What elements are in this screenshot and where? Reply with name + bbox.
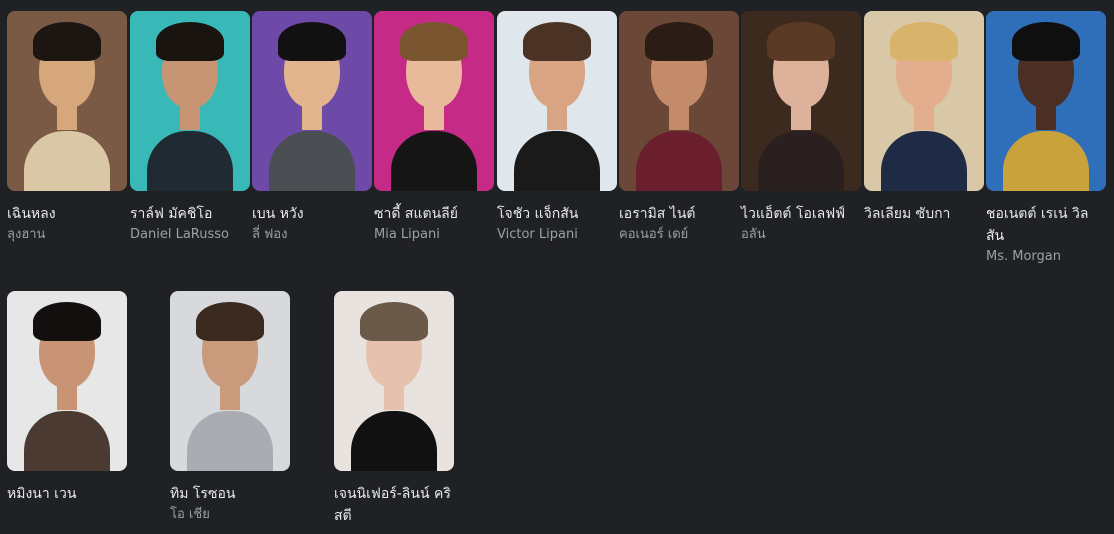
cast-name[interactable]: ราล์ฟ มัคชิโอ <box>130 203 250 225</box>
cast-photo[interactable] <box>741 11 861 191</box>
cast-photo[interactable] <box>334 291 454 471</box>
person-hair <box>890 21 958 62</box>
cast-role: Daniel LaRusso <box>130 227 229 242</box>
cast-name[interactable]: ซาดี้ สแตนลีย์ <box>374 203 494 225</box>
cast-name[interactable]: ทิม โรซอน <box>170 483 290 505</box>
person-hair <box>1012 21 1080 62</box>
cast-name[interactable]: หมิงนา เวน <box>7 483 127 505</box>
cast-photo[interactable] <box>170 291 290 471</box>
cast-name[interactable]: เฉินหลง <box>7 203 127 225</box>
person-hair <box>156 21 224 62</box>
cast-photo[interactable] <box>374 11 494 191</box>
cast-name[interactable]: ไวแอ็ตต์ โอเลฟฟ์ <box>741 203 861 225</box>
cast-role: Mia Lipani <box>374 227 440 242</box>
person-hair <box>523 21 591 62</box>
cast-card[interactable]: ไวแอ็ตต์ โอเลฟฟ์อลัน <box>741 11 861 245</box>
cast-photo[interactable] <box>619 11 739 191</box>
cast-card[interactable]: ทิม โรซอนโอ เชีย <box>170 291 290 525</box>
cast-card[interactable]: วิลเลียม ซับกา <box>864 11 984 225</box>
cast-name[interactable]: เบน หวัง <box>252 203 372 225</box>
cast-card[interactable]: หมิงนา เวน <box>7 291 127 505</box>
cast-name[interactable]: เอรามิส ไนต์ <box>619 203 739 225</box>
cast-photo[interactable] <box>7 11 127 191</box>
cast-card[interactable]: เบน หวังลี่ ฟอง <box>252 11 372 245</box>
cast-photo[interactable] <box>7 291 127 471</box>
person-hair <box>360 301 428 342</box>
cast-card[interactable]: ราล์ฟ มัคชิโอ Daniel LaRusso <box>130 11 250 245</box>
cast-card[interactable]: โจชัว แจ็กสัน Victor Lipani <box>497 11 617 245</box>
cast-name[interactable]: โจชัว แจ็กสัน <box>497 203 617 225</box>
cast-photo[interactable] <box>252 11 372 191</box>
cast-card[interactable]: ชอเนตต์ เรเน่ วิลสัน Ms. Morgan <box>986 11 1106 267</box>
cast-role: ลุงฮาน <box>7 227 46 242</box>
cast-name[interactable]: วิลเลียม ซับกา <box>864 203 984 225</box>
person-hair <box>278 21 346 62</box>
person-hair <box>196 301 264 342</box>
cast-photo[interactable] <box>497 11 617 191</box>
cast-photo[interactable] <box>864 11 984 191</box>
cast-name[interactable]: ชอเนตต์ เรเน่ วิลสัน <box>986 203 1106 247</box>
cast-photo[interactable] <box>986 11 1106 191</box>
person-hair <box>33 301 101 342</box>
cast-name[interactable]: เจนนิเฟอร์-ลินน์ คริสตี <box>334 483 454 527</box>
person-hair <box>400 21 468 62</box>
cast-card[interactable]: เฉินหลงลุงฮาน <box>7 11 127 245</box>
person-hair <box>767 21 835 62</box>
cast-card[interactable]: เจนนิเฟอร์-ลินน์ คริสตี <box>334 291 454 527</box>
cast-role: โอ เชีย <box>170 507 210 522</box>
cast-card[interactable]: ซาดี้ สแตนลีย์ Mia Lipani <box>374 11 494 245</box>
cast-card[interactable]: เอรามิส ไนต์คอเนอร์ เดย์ <box>619 11 739 245</box>
cast-photo[interactable] <box>130 11 250 191</box>
cast-role: อลัน <box>741 227 766 242</box>
cast-role: Ms. Morgan <box>986 249 1061 264</box>
person-hair <box>33 21 101 62</box>
cast-role: Victor Lipani <box>497 227 578 242</box>
cast-role: ลี่ ฟอง <box>252 227 288 242</box>
person-hair <box>645 21 713 62</box>
cast-role: คอเนอร์ เดย์ <box>619 227 689 242</box>
